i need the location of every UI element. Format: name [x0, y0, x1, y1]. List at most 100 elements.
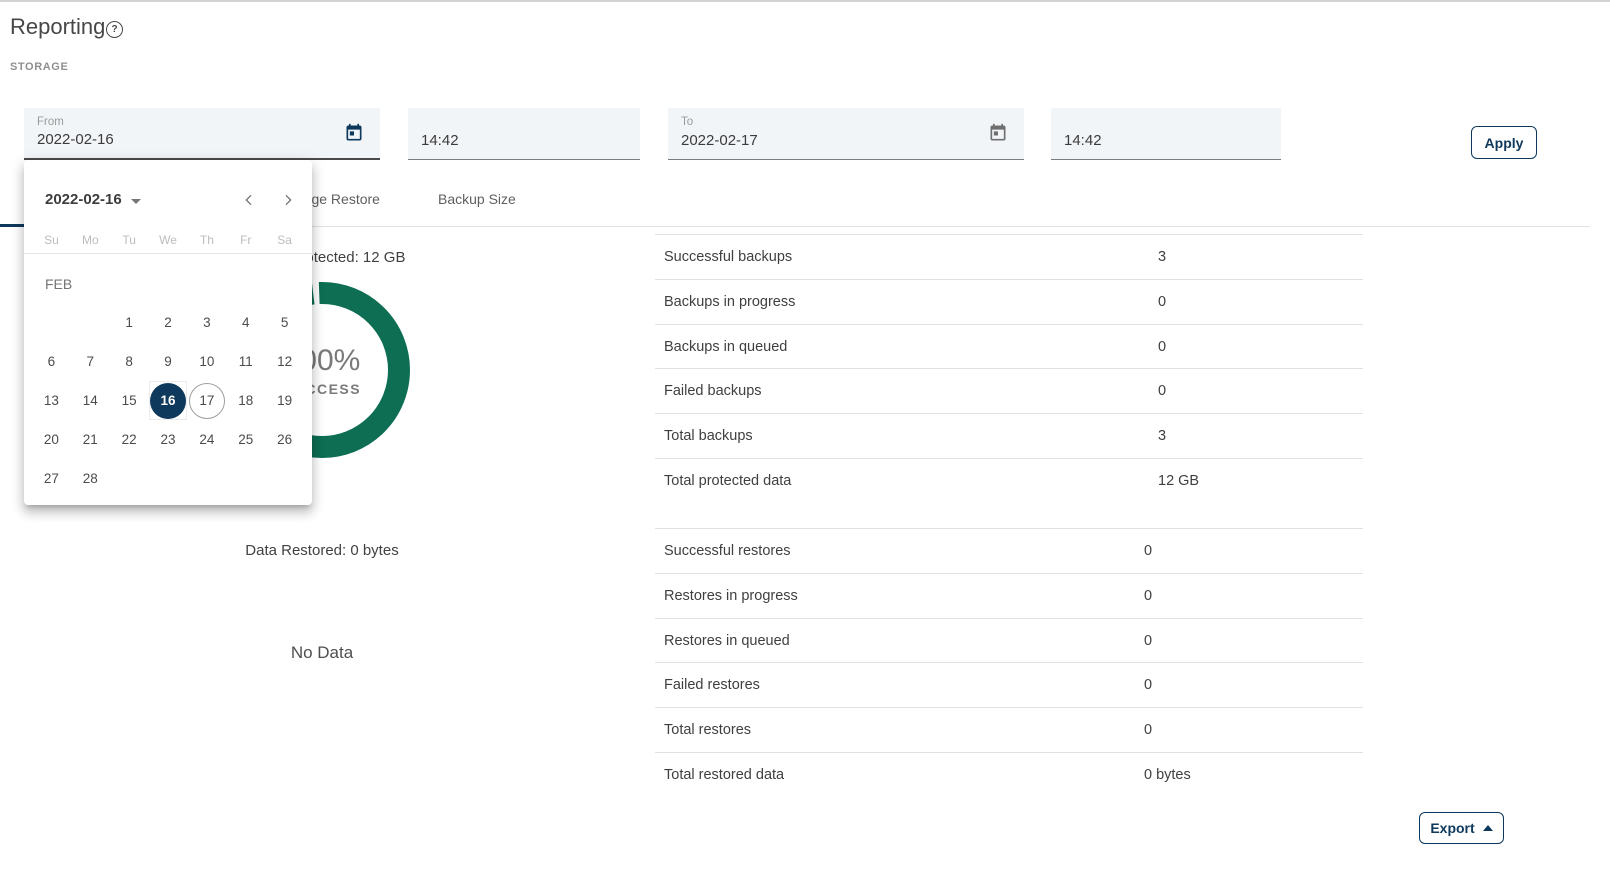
table-row: Failed backups 0 — [655, 368, 1363, 413]
calendar-cell: 25 — [226, 420, 265, 459]
calendar-day-14[interactable]: 14 — [72, 383, 108, 419]
weekday-label: Su — [32, 228, 71, 252]
calendar-day-9[interactable]: 9 — [150, 344, 186, 380]
datepicker-popup: 2022-02-16 SuMoTuWeThFrSa FEB 1234567891… — [24, 160, 312, 505]
calendar-day-3[interactable]: 3 — [189, 305, 225, 341]
calendar-day-21[interactable]: 21 — [72, 422, 108, 458]
calendar-cell: 21 — [71, 420, 110, 459]
chevron-up-icon — [1483, 825, 1493, 831]
calendar-day-23[interactable]: 23 — [150, 422, 186, 458]
calendar-day-27[interactable]: 27 — [33, 461, 69, 497]
datepicker-divider — [24, 253, 312, 254]
calendar-day-13[interactable]: 13 — [33, 383, 69, 419]
calendar-day-28[interactable]: 28 — [72, 461, 108, 497]
calendar-cell: 11 — [226, 342, 265, 381]
calendar-cell: 24 — [187, 420, 226, 459]
table-row: Backups in progress 0 — [655, 279, 1363, 324]
calendar-day-7[interactable]: 7 — [72, 344, 108, 380]
row-value: 0 — [1144, 574, 1152, 619]
from-time-value: 14:42 — [421, 132, 459, 149]
table-row: Restores in progress 0 — [655, 573, 1363, 618]
table-row: Successful backups 3 — [655, 234, 1363, 279]
table-row: Successful restores0 — [655, 528, 1363, 573]
calendar-day-19[interactable]: 19 — [267, 383, 303, 419]
calendar-day-16[interactable]: 16 — [150, 383, 186, 419]
calendar-day-6[interactable]: 6 — [33, 344, 69, 380]
calendar-cell: 10 — [187, 342, 226, 381]
calendar-cell: 3 — [187, 303, 226, 342]
calendar-day-24[interactable]: 24 — [189, 422, 225, 458]
reporting-page: Reporting ? STORAGE From 2022-02-16 14:4… — [0, 0, 1610, 877]
calendar-day-10[interactable]: 10 — [189, 344, 225, 380]
from-time-input[interactable]: 14:42 — [408, 108, 640, 160]
calendar-cell: 12 — [265, 342, 304, 381]
row-label: Backups in progress — [664, 280, 795, 325]
table-row: Backups in queued0 — [655, 324, 1363, 369]
calendar-cell: 17 — [187, 381, 226, 420]
calendar-day-1[interactable]: 1 — [111, 305, 147, 341]
calendar-day-18[interactable]: 18 — [228, 383, 264, 419]
calendar-empty-cell — [32, 303, 71, 342]
apply-button-label: Apply — [1485, 135, 1524, 151]
table-row: Restores in queued0 — [655, 618, 1363, 663]
calendar-day-5[interactable]: 5 — [267, 305, 303, 341]
calendar-day-17[interactable]: 17 — [189, 383, 225, 419]
calendar-day-15[interactable]: 15 — [111, 383, 147, 419]
row-label: Failed restores — [664, 663, 760, 708]
next-month-button[interactable] — [268, 180, 308, 220]
calendar-day-22[interactable]: 22 — [111, 422, 147, 458]
calendar-day-20[interactable]: 20 — [33, 422, 69, 458]
calendar-day-11[interactable]: 11 — [228, 344, 264, 380]
calendar-cell: 13 — [32, 381, 71, 420]
calendar-cell: 28 — [71, 459, 110, 498]
export-button-label: Export — [1430, 820, 1474, 836]
calendar-icon[interactable] — [988, 123, 1008, 143]
calendar-day-26[interactable]: 26 — [267, 422, 303, 458]
no-data-placeholder: No Data — [222, 643, 422, 663]
calendar-day-2[interactable]: 2 — [150, 305, 186, 341]
calendar-day-8[interactable]: 8 — [111, 344, 147, 380]
export-button[interactable]: Export — [1419, 812, 1504, 844]
calendar-empty-cell — [71, 303, 110, 342]
weekday-header-row: SuMoTuWeThFrSa — [32, 228, 304, 252]
weekday-label: We — [149, 228, 188, 252]
chevron-right-icon — [280, 192, 296, 208]
row-label: Restores in progress — [664, 574, 798, 619]
from-date-input[interactable]: From 2022-02-16 — [24, 108, 380, 160]
calendar-day-4[interactable]: 4 — [228, 305, 264, 341]
calendar-day-25[interactable]: 25 — [228, 422, 264, 458]
row-value: 0 — [1144, 619, 1152, 664]
datepicker-period-button[interactable]: 2022-02-16 — [45, 184, 141, 216]
calendar-cell: 14 — [71, 381, 110, 420]
calendar-day-12[interactable]: 12 — [267, 344, 303, 380]
calendar-cell: 18 — [226, 381, 265, 420]
row-value: 0 — [1158, 280, 1166, 325]
row-label: Successful backups — [664, 235, 792, 280]
help-icon[interactable]: ? — [106, 21, 123, 38]
restores-stats-table: Successful restores0Restores in progress… — [655, 528, 1363, 797]
row-value: 0 — [1158, 369, 1166, 414]
datepicker-header-label: 2022-02-16 — [45, 184, 122, 216]
row-value: 12 GB — [1158, 459, 1199, 504]
calendar-cell: 1 — [110, 303, 149, 342]
tab-backup-size[interactable]: Backup Size — [438, 191, 516, 207]
row-value: 0 — [1144, 708, 1152, 753]
calendar-icon[interactable] — [344, 123, 364, 143]
row-label: Successful restores — [664, 529, 791, 574]
page-title: Reporting — [10, 14, 105, 40]
table-row: Total backups3 — [655, 413, 1363, 458]
calendar-cell: 22 — [110, 420, 149, 459]
row-value: 0 — [1158, 325, 1166, 370]
calendar-cell: 19 — [265, 381, 304, 420]
to-time-input[interactable]: 14:42 — [1051, 108, 1281, 160]
row-label: Total restores — [664, 708, 751, 753]
from-label: From — [37, 116, 64, 128]
previous-month-button[interactable] — [229, 180, 269, 220]
row-value: 3 — [1158, 235, 1166, 280]
row-label: Total protected data — [664, 459, 791, 504]
row-label: Failed backups — [664, 369, 762, 414]
apply-button[interactable]: Apply — [1471, 126, 1537, 159]
to-date-input[interactable]: To 2022-02-17 — [668, 108, 1024, 160]
row-value: 3 — [1158, 414, 1166, 459]
table-row: Total restored data0 bytes — [655, 752, 1363, 797]
